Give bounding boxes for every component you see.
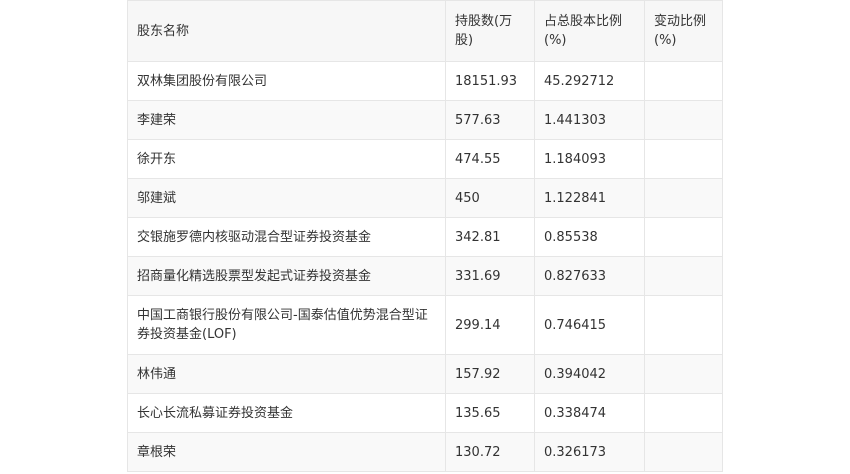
table-row: 招商量化精选股票型发起式证券投资基金 331.69 0.827633 (127, 256, 723, 296)
cell-shareholder-name: 长心长流私募证券投资基金 (127, 393, 446, 433)
cell-shares-held: 474.55 (445, 139, 535, 179)
cell-share-ratio: 0.394042 (534, 354, 645, 394)
cell-change-ratio (644, 100, 723, 140)
table-row: 双林集团股份有限公司 18151.93 45.292712 (127, 61, 723, 101)
cell-share-ratio: 1.122841 (534, 178, 645, 218)
shareholders-table: 股东名称 持股数(万股) 占总股本比例(%) 变动比例(%) 双林集团股份有限公… (127, 0, 723, 472)
cell-change-ratio (644, 256, 723, 296)
cell-shareholder-name: 徐开东 (127, 139, 446, 179)
header-share-ratio: 占总股本比例(%) (534, 0, 645, 62)
cell-change-ratio (644, 178, 723, 218)
cell-shareholder-name: 李建荣 (127, 100, 446, 140)
table-row: 交银施罗德内核驱动混合型证券投资基金 342.81 0.85538 (127, 217, 723, 257)
cell-change-ratio (644, 139, 723, 179)
cell-shares-held: 18151.93 (445, 61, 535, 101)
cell-share-ratio: 0.746415 (534, 295, 645, 355)
cell-share-ratio: 0.827633 (534, 256, 645, 296)
cell-shares-held: 577.63 (445, 100, 535, 140)
cell-shares-held: 135.65 (445, 393, 535, 433)
cell-change-ratio (644, 295, 723, 355)
cell-share-ratio: 0.326173 (534, 432, 645, 472)
cell-shares-held: 331.69 (445, 256, 535, 296)
table-row: 长心长流私募证券投资基金 135.65 0.338474 (127, 393, 723, 433)
table-row: 章根荣 130.72 0.326173 (127, 432, 723, 472)
table-row: 徐开东 474.55 1.184093 (127, 139, 723, 179)
cell-shareholder-name: 林伟通 (127, 354, 446, 394)
cell-share-ratio: 1.441303 (534, 100, 645, 140)
cell-share-ratio: 45.292712 (534, 61, 645, 101)
cell-shares-held: 157.92 (445, 354, 535, 394)
shareholders-table-container: 股东名称 持股数(万股) 占总股本比例(%) 变动比例(%) 双林集团股份有限公… (127, 0, 723, 472)
cell-shareholder-name: 交银施罗德内核驱动混合型证券投资基金 (127, 217, 446, 257)
cell-change-ratio (644, 432, 723, 472)
cell-shareholder-name: 章根荣 (127, 432, 446, 472)
cell-shareholder-name: 双林集团股份有限公司 (127, 61, 446, 101)
cell-change-ratio (644, 217, 723, 257)
cell-change-ratio (644, 393, 723, 433)
cell-shares-held: 299.14 (445, 295, 535, 355)
cell-shareholder-name: 中国工商银行股份有限公司-国泰估值优势混合型证券投资基金(LOF) (127, 295, 446, 355)
header-shares-held: 持股数(万股) (445, 0, 535, 62)
table-row: 林伟通 157.92 0.394042 (127, 354, 723, 394)
cell-share-ratio: 0.85538 (534, 217, 645, 257)
cell-share-ratio: 0.338474 (534, 393, 645, 433)
cell-shareholder-name: 邬建斌 (127, 178, 446, 218)
cell-change-ratio (644, 354, 723, 394)
cell-shareholder-name: 招商量化精选股票型发起式证券投资基金 (127, 256, 446, 296)
table-row: 李建荣 577.63 1.441303 (127, 100, 723, 140)
header-shareholder-name: 股东名称 (127, 0, 446, 62)
cell-shares-held: 130.72 (445, 432, 535, 472)
cell-change-ratio (644, 61, 723, 101)
cell-shares-held: 450 (445, 178, 535, 218)
cell-shares-held: 342.81 (445, 217, 535, 257)
table-header-row: 股东名称 持股数(万股) 占总股本比例(%) 变动比例(%) (127, 0, 723, 62)
cell-share-ratio: 1.184093 (534, 139, 645, 179)
table-row: 中国工商银行股份有限公司-国泰估值优势混合型证券投资基金(LOF) 299.14… (127, 295, 723, 355)
table-row: 邬建斌 450 1.122841 (127, 178, 723, 218)
header-change-ratio: 变动比例(%) (644, 0, 723, 62)
